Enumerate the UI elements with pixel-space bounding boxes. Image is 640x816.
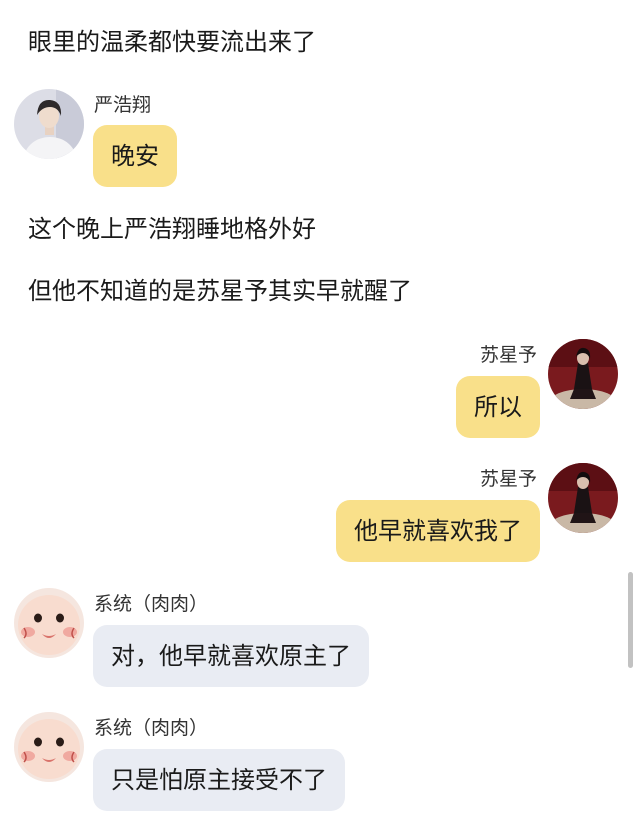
message-bubble[interactable]: 他早就喜欢我了 bbox=[336, 500, 540, 562]
avatar-su-xingyu-icon[interactable] bbox=[548, 339, 618, 409]
sender-name: 严浩翔 bbox=[94, 94, 152, 116]
message-bubble[interactable]: 晚安 bbox=[93, 125, 177, 187]
sender-name: 系统（肉肉） bbox=[94, 593, 209, 615]
sender-name: 系统（肉肉） bbox=[94, 717, 209, 739]
sender-name: 苏星予 bbox=[479, 344, 537, 366]
narration-text: 眼里的温柔都快要流出来了 bbox=[28, 28, 316, 56]
narration-text: 但他不知道的是苏星予其实早就醒了 bbox=[28, 277, 412, 305]
avatar-yan-haoxiang-icon[interactable] bbox=[14, 89, 84, 159]
avatar-su-xingyu-icon[interactable] bbox=[548, 463, 618, 533]
scrollbar[interactable] bbox=[628, 572, 633, 668]
sender-name: 苏星予 bbox=[479, 468, 537, 490]
message-bubble[interactable]: 只是怕原主接受不了 bbox=[93, 749, 345, 811]
avatar-system-rourou-icon[interactable] bbox=[14, 588, 84, 658]
avatar-system-rourou-icon[interactable] bbox=[14, 712, 84, 782]
message-bubble[interactable]: 所以 bbox=[456, 376, 540, 438]
narration-text: 这个晚上严浩翔睡地格外好 bbox=[28, 215, 316, 243]
chat-screen: 眼里的温柔都快要流出来了 严浩翔 晚安 这个晚上严浩翔睡地格外好 但他不知道的是… bbox=[0, 0, 640, 816]
message-bubble[interactable]: 对，他早就喜欢原主了 bbox=[93, 625, 369, 687]
